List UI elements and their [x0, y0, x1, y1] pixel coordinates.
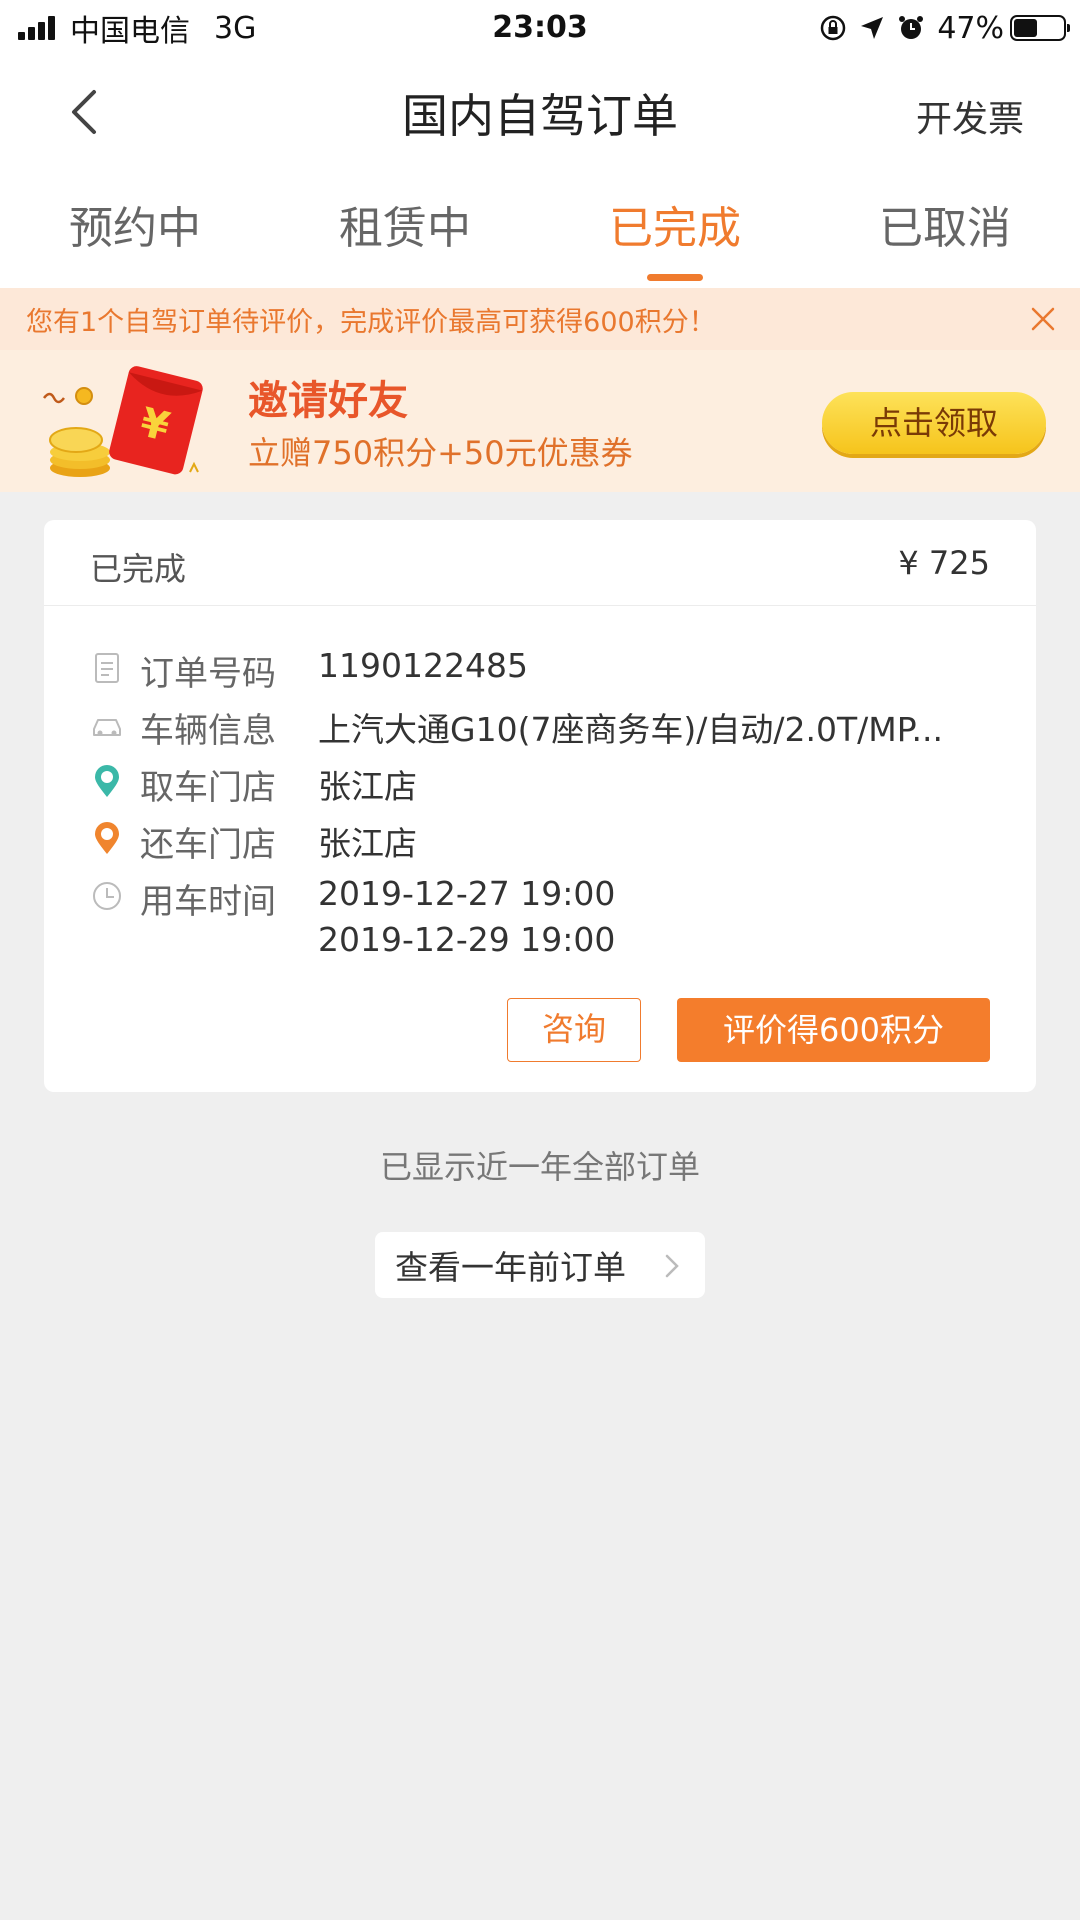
status-bar: 中国电信 3G 23:03 47% — [0, 0, 1080, 56]
tab-cancelled[interactable]: 已取消 — [810, 192, 1080, 256]
invoice-button[interactable]: 开发票 — [916, 90, 1024, 142]
battery-percent: 47% — [937, 10, 1004, 46]
return-store-row: 还车门店 张江店 — [44, 811, 1036, 867]
order-number-value: 1190122485 — [318, 646, 528, 685]
document-icon — [95, 653, 119, 683]
return-store-value: 张江店 — [318, 824, 417, 863]
tab-renting[interactable]: 租赁中 — [270, 192, 540, 256]
pickup-location-icon — [95, 765, 119, 797]
rental-end-time: 2019-12-29 19:00 — [318, 920, 616, 959]
order-number-row: 订单号码 1190122485 — [44, 640, 1036, 696]
claim-button[interactable]: 点击领取 — [822, 392, 1046, 454]
alarm-icon — [899, 16, 924, 39]
nav-bar: 国内自驾订单 开发票 — [0, 56, 1080, 166]
view-older-orders-label: 查看一年前订单 — [395, 1248, 626, 1287]
pickup-store-value: 张江店 — [318, 767, 417, 806]
clock-icon — [93, 882, 121, 910]
close-icon[interactable] — [1028, 304, 1058, 334]
rotation-lock-icon — [821, 15, 846, 41]
invite-title: 邀请好友 — [248, 378, 408, 424]
rental-time-label: 用车时间 — [140, 882, 276, 922]
vehicle-info-label: 车辆信息 — [140, 711, 276, 751]
invite-subtitle: 立赠750积分+50元优惠券 — [248, 434, 633, 472]
pickup-store-row: 取车门店 张江店 — [44, 754, 1036, 810]
review-button[interactable]: 评价得600积分 — [677, 998, 990, 1062]
status-right: 47% — [807, 0, 1070, 56]
return-location-icon — [95, 822, 119, 854]
review-notice: 您有1个自驾订单待评价，完成评价最高可获得600积分！ — [0, 288, 1080, 350]
history-note: 已显示近一年全部订单 — [379, 1148, 700, 1186]
rental-time-row: 用车时间 2019-12-27 19:00 2019-12-29 19:00 — [44, 868, 1036, 978]
return-store-label: 还车门店 — [140, 825, 276, 865]
car-icon — [93, 719, 121, 736]
tab-completed[interactable]: 已完成 — [540, 192, 810, 256]
battery-icon — [1010, 15, 1070, 41]
pickup-store-label: 取车门店 — [140, 768, 276, 808]
order-card-header: 已完成 ¥ 725 — [44, 520, 1036, 606]
chevron-right-icon — [665, 1254, 679, 1278]
invite-banner[interactable]: ¥ 邀请好友 立赠750积分+50元优惠券 点击领取 — [0, 350, 1080, 492]
order-card[interactable]: 已完成 ¥ 725 订单号码 1190122485 车辆信息 上汽大通G10(7… — [44, 520, 1036, 1092]
tab-booking[interactable]: 预约中 — [0, 192, 270, 256]
red-envelope-coins-icon: ¥ — [43, 366, 203, 477]
order-status: 已完成 — [90, 550, 187, 588]
order-price: ¥ 725 — [898, 544, 990, 582]
notice-text: 您有1个自驾订单待评价，完成评价最高可获得600积分！ — [26, 306, 716, 338]
order-number-label: 订单号码 — [140, 654, 276, 694]
rental-start-time: 2019-12-27 19:00 — [318, 874, 616, 913]
vehicle-info-value: 上汽大通G10(7座商务车)/自动/2.0T/MP... — [318, 710, 944, 749]
active-tab-indicator — [647, 274, 703, 281]
location-arrow-icon — [861, 17, 884, 39]
view-older-orders-button[interactable]: 查看一年前订单 — [375, 1232, 705, 1298]
order-tabs: 预约中 租赁中 已完成 已取消 — [0, 166, 1080, 288]
consult-button[interactable]: 咨询 — [507, 998, 641, 1062]
vehicle-info-row: 车辆信息 上汽大通G10(7座商务车)/自动/2.0T/MP... — [44, 697, 1036, 753]
battery-fill — [1014, 19, 1037, 37]
app-screen: 中国电信 3G 23:03 47% 国内自驾订单 开发票 预约中 租赁中 已完成… — [0, 0, 1080, 1920]
